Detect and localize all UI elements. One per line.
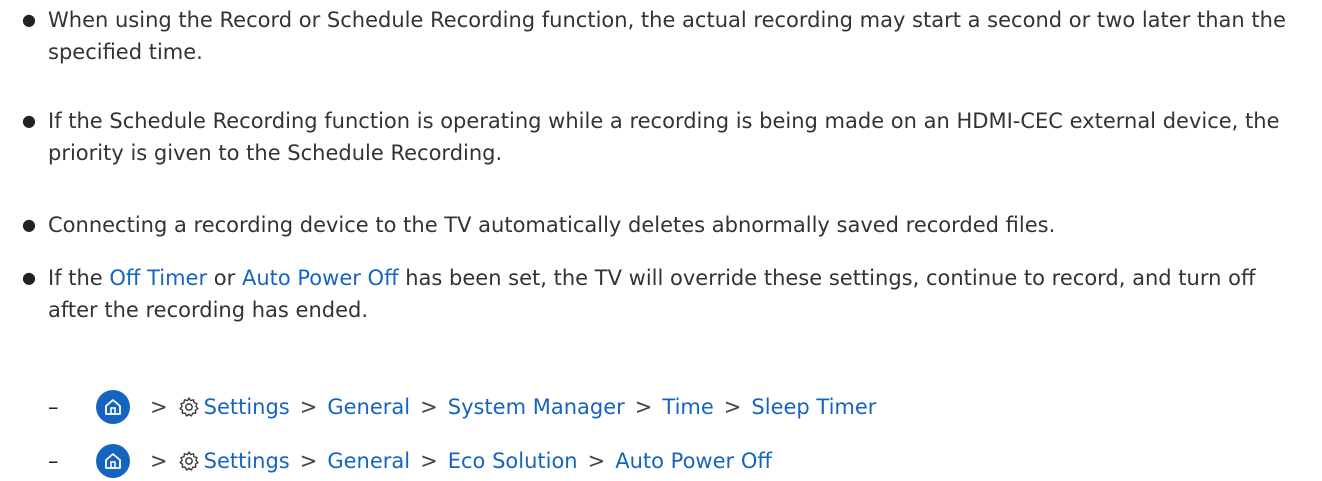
path-item-system-manager[interactable]: System Manager	[448, 391, 625, 423]
path-item-time[interactable]: Time	[662, 391, 713, 423]
bullet-text-prefix: If the	[48, 266, 110, 290]
separator: >	[150, 449, 168, 473]
gear-icon	[178, 396, 200, 418]
separator: >	[299, 449, 318, 473]
path-items: > Settings > General > Eco Solution > Au…	[140, 445, 772, 477]
path-item-general[interactable]: General	[327, 445, 410, 477]
bullet-dot: ●	[22, 268, 36, 287]
menu-path: – > Settings > General > Eco Solution > …	[0, 443, 1322, 479]
separator: >	[587, 449, 606, 473]
dash-marker: –	[48, 449, 59, 473]
bullet-text: Connecting a recording device to the TV …	[48, 213, 1056, 237]
separator: >	[723, 395, 742, 419]
path-item-eco-solution[interactable]: Eco Solution	[448, 445, 578, 477]
home-icon[interactable]	[96, 390, 130, 424]
bullet-dot: ●	[22, 111, 36, 130]
separator: >	[150, 395, 168, 419]
bullet-text-middle: or	[207, 266, 242, 290]
gear-icon	[178, 450, 200, 472]
path-item-settings[interactable]: Settings	[204, 391, 290, 423]
path-item-general[interactable]: General	[327, 391, 410, 423]
auto-power-off-link[interactable]: Auto Power Off	[242, 266, 399, 290]
menu-path: – > Settings > General > System Manager …	[0, 389, 1322, 425]
path-items: > Settings > General > System Manager > …	[140, 391, 876, 423]
separator: >	[634, 395, 653, 419]
bullet-dot: ●	[22, 215, 36, 234]
path-item-auto-power-off[interactable]: Auto Power Off	[615, 445, 772, 477]
separator: >	[299, 395, 318, 419]
bullet-text: If the Schedule Recording function is op…	[48, 109, 1280, 165]
bullet-text: If the Off Timer or Auto Power Off has b…	[48, 262, 1288, 326]
bullet-text: When using the Record or Schedule Record…	[48, 8, 1286, 64]
bullet-dot: ●	[22, 10, 36, 29]
path-item-sleep-timer[interactable]: Sleep Timer	[751, 391, 876, 423]
separator: >	[420, 395, 438, 419]
home-icon[interactable]	[96, 444, 130, 478]
dash-marker: –	[48, 395, 59, 419]
separator: >	[420, 449, 438, 473]
off-timer-link[interactable]: Off Timer	[109, 266, 207, 290]
path-item-settings[interactable]: Settings	[204, 445, 290, 477]
